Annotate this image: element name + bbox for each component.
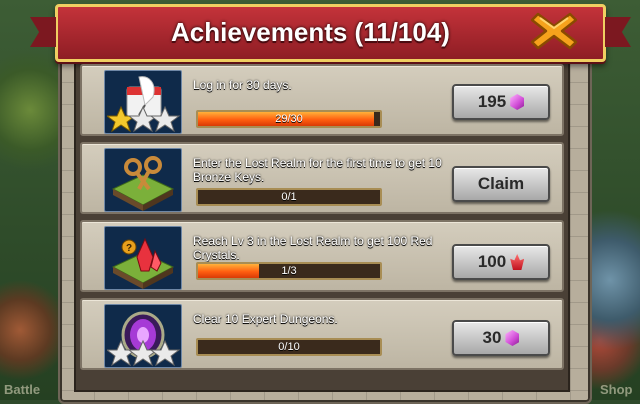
achievement-row: Clear 10 Expert Dungeons. 0/10 30 [80,298,564,370]
red-crystal-icon [510,254,525,270]
achievement-description: Clear 10 Expert Dungeons. [193,312,338,326]
gem-icon [510,94,525,110]
reward-button[interactable]: 100 [452,244,550,280]
title-banner: Achievements (11/104) [55,4,606,62]
claim-button[interactable]: Claim [452,166,550,202]
progress-bar: 0/10 [196,338,382,356]
close-button[interactable] [530,8,578,54]
reward-amount: 100 [477,252,507,271]
red-crystal-island-icon: ? [104,226,182,290]
bronze-keys-icon [104,148,182,212]
progress-text: 29/30 [275,113,303,125]
reward-amount: 30 [482,328,502,347]
progress-text: 0/10 [278,341,300,353]
page-title: Achievements (11/104) [171,17,450,47]
progress-text: 0/1 [281,191,297,203]
achievement-row: Enter the Lost Realm for the first time … [80,142,564,214]
achievement-description: Enter the Lost Realm for the first time … [193,156,442,184]
close-icon [530,12,578,50]
gem-icon [505,330,520,346]
rating-stars [107,339,181,367]
rating-stars [107,105,181,133]
achievement-row: Log in for 30 days. 29/30 195 [80,64,564,136]
progress-bar: 0/1 [196,188,382,206]
dungeon-portal-icon [104,304,182,368]
reward-button[interactable]: 195 [452,84,550,120]
progress-bar: 29/30 [196,110,382,128]
reward-button[interactable]: 30 [452,320,550,356]
reward-amount: 195 [477,92,507,111]
achievement-description: Reach Lv 3 in the Lost Realm to get 100 … [193,234,433,262]
calendar-quill-icon [104,70,182,134]
progress-bar: 1/3 [196,262,382,280]
achievement-row: ? Reach Lv 3 in the Lost Realm to get 10… [80,220,564,292]
achievement-description: Log in for 30 days. [193,78,292,92]
battle-label: Battle [4,382,41,397]
svg-text:?: ? [126,243,132,254]
progress-text: 1/3 [281,265,297,277]
claim-label: Claim [477,174,525,193]
shop-label: Shop [600,382,633,397]
